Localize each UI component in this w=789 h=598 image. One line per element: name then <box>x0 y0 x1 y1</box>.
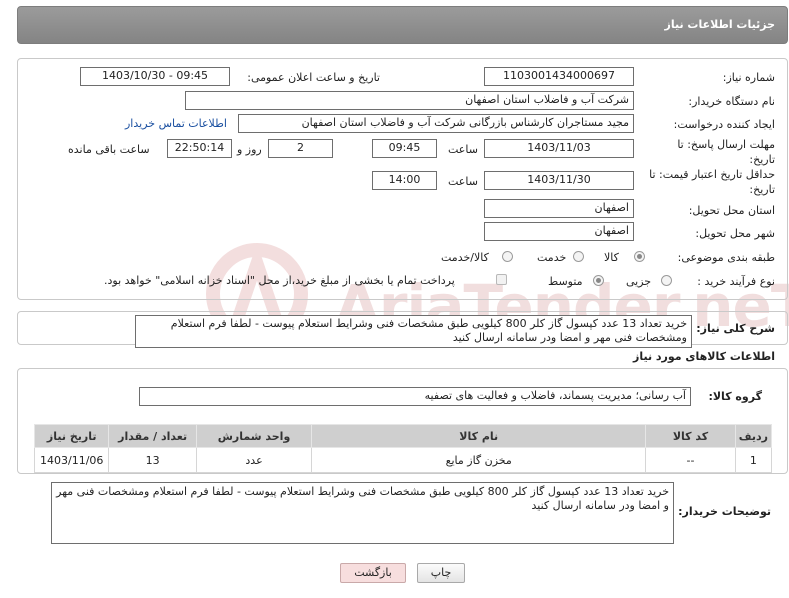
purchase-medium-radio[interactable] <box>593 275 604 286</box>
buyer-org-field[interactable]: شرکت آب و فاضلاب استان اصفهان <box>185 91 634 110</box>
header-panel: جزئیات اطلاعات نیاز <box>17 6 788 44</box>
goods-group-label: گروه کالا: <box>708 390 762 403</box>
table-row[interactable]: 1403/11/06 13 عدد مخزن گاز مایع -- 1 <box>33 447 773 473</box>
creator-field[interactable]: مجید مستاجران کارشناس بازرگانی شرکت آب و… <box>238 114 634 133</box>
reply-deadline-label: مهلت ارسال پاسخ: تا تاریخ: <box>677 138 775 166</box>
city-label: شهر محل تحویل: <box>695 227 775 240</box>
print-button[interactable]: چاپ <box>417 563 465 583</box>
days-label: روز و <box>237 143 262 156</box>
province-label: استان محل تحویل: <box>688 204 775 217</box>
price-validity-date-field[interactable]: 1403/11/30 <box>484 171 634 190</box>
price-validity-label: حداقل تاریخ اعتبار قیمت: تا تاریخ: <box>649 168 775 196</box>
cell-item-code: -- <box>645 447 736 473</box>
city-field[interactable]: اصفهان <box>484 222 634 241</box>
cell-row-number: 1 <box>734 447 773 473</box>
treasury-payment-checkbox[interactable] <box>496 274 507 285</box>
col-unit: واحد شمارش <box>195 424 313 448</box>
buyer-notes-textarea[interactable]: خرید تعداد 13 عدد کپسول گاز کلر 800 کیلو… <box>51 482 674 544</box>
goods-table: تاریخ نیاز تعداد / مقدار واحد شمارش نام … <box>33 424 773 473</box>
cell-item-name: مخزن گاز مایع <box>311 447 647 473</box>
remaining-time-field[interactable]: 22:50:14 <box>167 139 232 158</box>
category-service-label: خدمت <box>537 251 567 264</box>
buyer-org-label: نام دستگاه خریدار: <box>688 95 775 108</box>
province-field[interactable]: اصفهان <box>484 199 634 218</box>
col-item-code: کد کالا <box>645 424 736 448</box>
category-goods-service-radio[interactable] <box>502 251 513 262</box>
category-label: طبقه بندی موضوعی: <box>677 251 775 264</box>
announce-datetime-field[interactable]: 1403/10/30 - 09:45 <box>80 67 230 86</box>
purchase-minor-radio[interactable] <box>661 275 672 286</box>
need-number-field[interactable]: 1103001434000697 <box>484 67 634 86</box>
category-goods-label: کالا <box>604 251 619 264</box>
price-validity-time-label: ساعت <box>448 175 478 188</box>
col-need-date: تاریخ نیاز <box>33 424 110 448</box>
page-title: جزئیات اطلاعات نیاز <box>664 18 776 31</box>
treasury-payment-note: پرداخت تمام یا بخشی از مبلغ خرید،از محل … <box>104 274 455 287</box>
need-number-label: شماره نیاز: <box>722 71 775 84</box>
cell-need-date: 1403/11/06 <box>33 447 110 473</box>
category-goods-service-label: کالا/خدمت <box>441 251 489 264</box>
col-quantity: تعداد / مقدار <box>108 424 197 448</box>
purchase-minor-label: جزیی <box>626 275 652 288</box>
purchase-medium-label: متوسط <box>548 275 583 288</box>
description-label: شرح کلی نیاز: <box>696 322 775 335</box>
reply-time-field[interactable]: 09:45 <box>372 139 437 158</box>
creator-label: ایجاد کننده درخواست: <box>673 118 775 131</box>
back-button[interactable]: بازگشت <box>340 563 406 583</box>
goods-section-title: اطلاعات کالاهای مورد نیاز <box>633 350 775 363</box>
goods-group-field[interactable]: آب رسانی؛ مدیریت پسماند، فاضلاب و فعالیت… <box>139 387 691 406</box>
cell-quantity: 13 <box>108 447 197 473</box>
remaining-time-label: ساعت باقی مانده <box>68 143 150 156</box>
description-textarea[interactable]: خرید تعداد 13 عدد کپسول گاز کلر 800 کیلو… <box>135 315 692 348</box>
category-service-radio[interactable] <box>573 251 584 262</box>
price-validity-time-field[interactable]: 14:00 <box>372 171 437 190</box>
goods-table-header: تاریخ نیاز تعداد / مقدار واحد شمارش نام … <box>33 424 773 448</box>
announce-datetime-label: تاریخ و ساعت اعلان عمومی: <box>247 71 380 84</box>
col-row-number: ردیف <box>734 424 773 448</box>
col-item-name: نام کالا <box>311 424 647 448</box>
buyer-contact-link[interactable]: اطلاعات تماس خریدار <box>125 117 227 130</box>
remaining-days-field[interactable]: 2 <box>268 139 333 158</box>
category-goods-radio[interactable] <box>634 251 645 262</box>
buyer-notes-label: توضیحات خریدار: <box>678 505 771 518</box>
reply-time-label: ساعت <box>448 143 478 156</box>
reply-date-field[interactable]: 1403/11/03 <box>484 139 634 158</box>
purchase-type-label: نوع فرآیند خرید : <box>697 275 775 288</box>
cell-unit: عدد <box>195 447 313 473</box>
